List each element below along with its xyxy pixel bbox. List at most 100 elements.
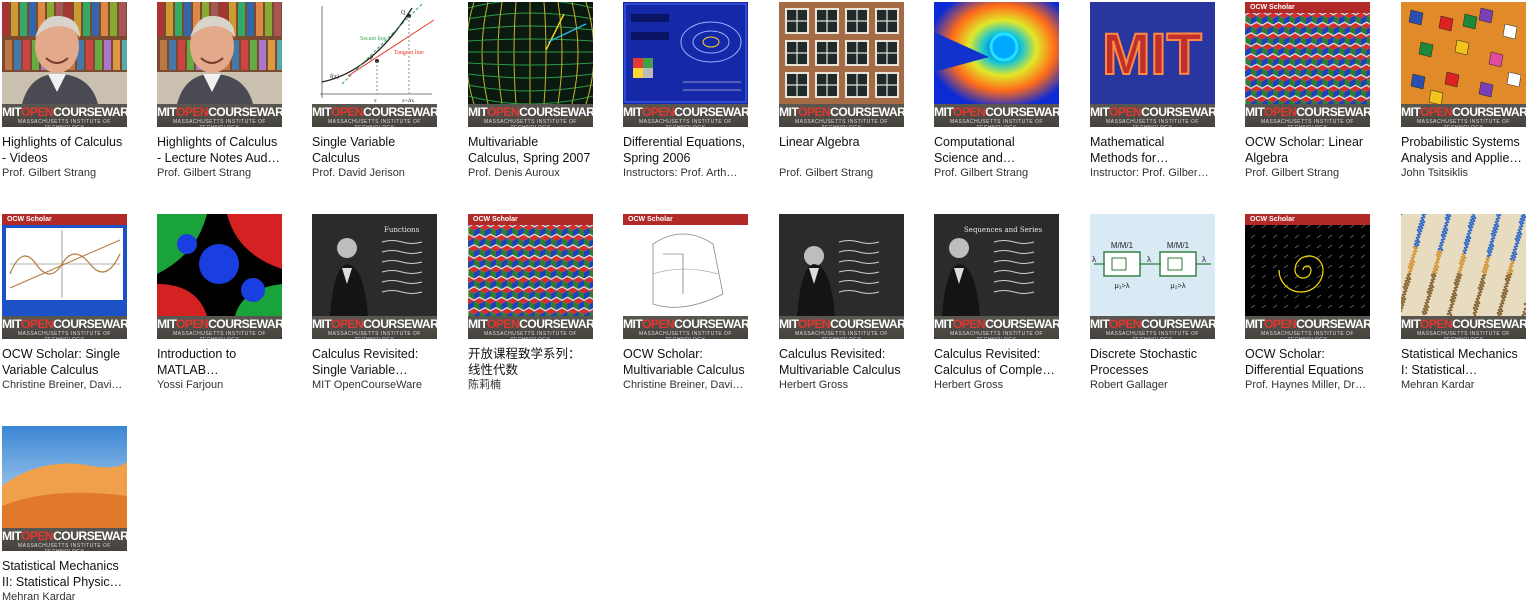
course-author[interactable]: Prof. Gilbert Strang (157, 166, 281, 180)
course-title[interactable]: Multivariable Calculus, Spring 2007 (468, 134, 592, 166)
course-tile[interactable]: MITOPENCOURSEWAREMASSACHUSETTS INSTITUTE… (157, 2, 283, 180)
course-artwork[interactable]: OCW Scholar MITOPENCOURSEWAREMASSACHUSETT… (1245, 2, 1370, 127)
logo-subtitle: MASSACHUSETTS INSTITUTE OF TECHNOLOGY (1416, 119, 1510, 127)
course-tile[interactable]: Sequences and Series MITOPENCOURSEWAREMA… (934, 214, 1060, 392)
course-artwork[interactable]: MITOPENCOURSEWAREMASSACHUSETTS INSTITUTE… (2, 2, 127, 127)
course-tile[interactable]: OCW Scholar MITOPENCOURSEWAREMASSACHUSETT… (1245, 214, 1371, 392)
course-tile[interactable]: MITOPENCOURSEWAREMASSACHUSETTS INSTITUTE… (1401, 214, 1527, 392)
logo-prefix: MIT (1090, 317, 1110, 331)
course-title[interactable]: Calculus Revisited: Single Variable… (312, 346, 436, 378)
course-title[interactable]: OCW Scholar: Differential Equations (1245, 346, 1369, 378)
course-tile[interactable]: OCW Scholar MITOPENCOURSEWAREMASSACHUSETT… (623, 214, 749, 392)
course-title[interactable]: Discrete Stochastic Processes (1090, 346, 1214, 378)
course-title[interactable]: Mathematical Methods for… (1090, 134, 1214, 166)
course-title[interactable]: Introduction to MATLAB… (157, 346, 281, 378)
course-tile[interactable]: Secant line Tangent line f(x) P Q x x+Δx… (312, 2, 438, 180)
course-artwork[interactable]: Secant line Tangent line f(x) P Q x x+Δx… (312, 2, 437, 127)
course-author[interactable]: Herbert Gross (934, 378, 1058, 392)
logo-highlight: OPEN (797, 105, 831, 119)
course-artwork[interactable]: Functions MITOPENCOURSEWAREMASSACHUSETTS… (312, 214, 437, 339)
course-artwork[interactable]: M/M/1 M/M/1 λ λ λ μ₁>λ μ₂>λ MITOPENCOURS… (1090, 214, 1215, 339)
logo-highlight: OPEN (797, 317, 831, 331)
course-artwork[interactable]: MITOPENCOURSEWAREMASSACHUSETTS INSTITUTE… (1401, 214, 1526, 339)
logo-subtitle: MASSACHUSETTS INSTITUTE OF TECHNOLOGY (949, 331, 1043, 339)
course-artwork[interactable]: MITOPENCOURSEWAREMASSACHUSETTS INSTITUTE… (779, 2, 904, 127)
course-title[interactable]: Highlights of Calculus - Lecture Notes A… (157, 134, 281, 166)
course-tile[interactable]: MITOPENCOURSEWAREMASSACHUSETTS INSTITUTE… (779, 214, 905, 392)
mit-ocw-logo: MITOPENCOURSEWARE (312, 318, 437, 330)
course-artwork[interactable]: MITOPENCOURSEWAREMASSACHUSETTS INSTITUTE… (1401, 2, 1526, 127)
course-title[interactable]: Computational Science and… (934, 134, 1058, 166)
course-title[interactable]: Highlights of Calculus - Videos (2, 134, 126, 166)
course-tile[interactable]: M/M/1 M/M/1 λ λ λ μ₁>λ μ₂>λ MITOPENCOURS… (1090, 214, 1216, 392)
course-author[interactable]: MIT OpenCourseWare (312, 378, 436, 392)
course-artwork[interactable]: Sequences and Series MITOPENCOURSEWAREMA… (934, 214, 1059, 339)
course-tile[interactable]: MITOPENCOURSEWAREMASSACHUSETTS INSTITUTE… (157, 214, 283, 392)
logo-prefix: MIT (934, 105, 954, 119)
course-tile[interactable]: MITOPENCOURSEWAREMASSACHUSETTS INSTITUTE… (468, 2, 594, 180)
course-author[interactable]: John Tsitsiklis (1401, 166, 1525, 180)
course-artwork[interactable]: OCW Scholar MITOPENCOURSEWAREMASSACHUSETT… (1245, 214, 1370, 339)
course-title[interactable]: Probabilistic Systems Analysis and Appli… (1401, 134, 1525, 166)
course-tile[interactable]: OCW Scholar MITOPENCOURSEWAREMASSACHUSETT… (468, 214, 594, 392)
logo-subtitle: MASSACHUSETTS INSTITUTE OF TECHNOLOGY (327, 119, 421, 127)
course-artwork-image (2, 214, 127, 316)
logo-prefix: MIT (468, 105, 488, 119)
course-artwork[interactable]: OCW Scholar MITOPENCOURSEWAREMASSACHUSETT… (468, 214, 593, 339)
course-author[interactable]: Mehran Kardar (2, 590, 126, 604)
course-title[interactable]: OCW Scholar: Linear Algebra (1245, 134, 1369, 166)
course-title[interactable]: OCW Scholar: Multivariable Calculus (623, 346, 747, 378)
course-author[interactable]: Robert Gallager (1090, 378, 1214, 392)
course-title[interactable]: Calculus Revisited: Multivariable Calcul… (779, 346, 903, 378)
course-author[interactable]: Herbert Gross (779, 378, 903, 392)
course-artwork[interactable]: MITOPENCOURSEWAREMASSACHUSETTS INSTITUTE… (157, 2, 282, 127)
course-tile[interactable]: MIT MITOPENCOURSEWAREMASSACHUSETTS INSTI… (1090, 2, 1216, 180)
course-artwork[interactable]: MITOPENCOURSEWAREMASSACHUSETTS INSTITUTE… (468, 2, 593, 127)
course-tile[interactable]: OCW Scholar MITOPENCOURSEWAREMASSACHUSETT… (2, 214, 128, 392)
course-author[interactable]: Prof. David Jerison (312, 166, 436, 180)
course-tile[interactable]: MITOPENCOURSEWAREMASSACHUSETTS INSTITUTE… (779, 2, 905, 180)
course-tile[interactable]: MITOPENCOURSEWAREMASSACHUSETTS INSTITUTE… (2, 426, 128, 604)
course-author[interactable]: 陈莉楠 (468, 378, 592, 392)
course-artwork-image: MIT (1090, 2, 1215, 104)
course-title[interactable]: OCW Scholar: Single Variable Calculus (2, 346, 126, 378)
logo-suffix: COURSEWARE (674, 105, 748, 119)
course-title[interactable]: Single Variable Calculus (312, 134, 436, 166)
course-artwork[interactable]: OCW Scholar MITOPENCOURSEWAREMASSACHUSETT… (623, 214, 748, 339)
course-title[interactable]: Linear Algebra (779, 134, 903, 166)
course-author[interactable]: Christine Breiner, Davi… (2, 378, 126, 392)
course-author[interactable]: Christine Breiner, Davi… (623, 378, 747, 392)
course-artwork[interactable]: MIT MITOPENCOURSEWAREMASSACHUSETTS INSTI… (1090, 2, 1215, 127)
course-title[interactable]: Calculus Revisited: Calculus of Comple… (934, 346, 1058, 378)
course-author[interactable]: Instructors: Prof. Arth… (623, 166, 747, 180)
course-author[interactable]: Prof. Gilbert Strang (779, 166, 903, 180)
course-tile[interactable]: MITOPENCOURSEWAREMASSACHUSETTS INSTITUTE… (623, 2, 749, 180)
course-artwork[interactable]: MITOPENCOURSEWAREMASSACHUSETTS INSTITUTE… (2, 426, 127, 551)
logo-suffix: COURSEWARE (208, 317, 282, 331)
course-artwork[interactable]: MITOPENCOURSEWAREMASSACHUSETTS INSTITUTE… (779, 214, 904, 339)
course-author[interactable]: Prof. Denis Auroux (468, 166, 592, 180)
course-artwork[interactable]: OCW Scholar MITOPENCOURSEWAREMASSACHUSETT… (2, 214, 127, 339)
course-author[interactable]: Prof. Gilbert Strang (2, 166, 126, 180)
course-title[interactable]: Statistical Mechanics I: Statistical… (1401, 346, 1525, 378)
logo-prefix: MIT (157, 317, 177, 331)
course-author[interactable]: Prof. Haynes Miller, Dr… (1245, 378, 1369, 392)
course-author[interactable]: Prof. Gilbert Strang (1245, 166, 1369, 180)
course-tile[interactable]: MITOPENCOURSEWAREMASSACHUSETTS INSTITUTE… (934, 2, 1060, 180)
mit-ocw-logo: MITOPENCOURSEWARE (2, 530, 127, 542)
course-artwork[interactable]: MITOPENCOURSEWAREMASSACHUSETTS INSTITUTE… (157, 214, 282, 339)
course-artwork-image: Functions (312, 214, 437, 316)
course-artwork[interactable]: MITOPENCOURSEWAREMASSACHUSETTS INSTITUTE… (934, 2, 1059, 127)
course-title[interactable]: Statistical Mechanics II: Statistical Ph… (2, 558, 126, 590)
course-author[interactable]: Instructor: Prof. Gilber… (1090, 166, 1214, 180)
course-artwork[interactable]: MITOPENCOURSEWAREMASSACHUSETTS INSTITUTE… (623, 2, 748, 127)
course-tile[interactable]: Functions MITOPENCOURSEWAREMASSACHUSETTS… (312, 214, 438, 392)
course-author[interactable]: Prof. Gilbert Strang (934, 166, 1058, 180)
course-tile[interactable]: OCW Scholar MITOPENCOURSEWAREMASSACHUSETT… (1245, 2, 1371, 180)
course-author[interactable]: Yossi Farjoun (157, 378, 281, 392)
course-author[interactable]: Mehran Kardar (1401, 378, 1525, 392)
course-tile[interactable]: MITOPENCOURSEWAREMASSACHUSETTS INSTITUTE… (1401, 2, 1527, 180)
course-title[interactable]: Differential Equations, Spring 2006 (623, 134, 747, 166)
course-title[interactable]: 开放课程致学系列：线性代数 (468, 346, 592, 378)
course-tile[interactable]: MITOPENCOURSEWAREMASSACHUSETTS INSTITUTE… (2, 2, 128, 180)
